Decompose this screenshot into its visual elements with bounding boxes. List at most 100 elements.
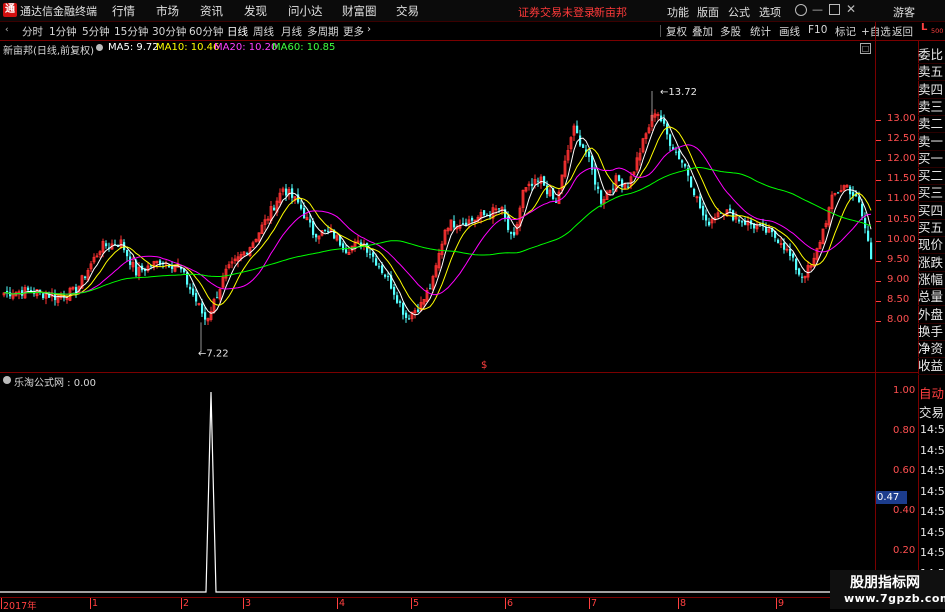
menu-item-trade[interactable]: 交易: [396, 3, 419, 19]
candle-body-down: [582, 144, 585, 148]
dividend-marker: $: [481, 360, 487, 370]
indicator-tick-label: 0.20: [893, 545, 916, 556]
draw-line-button[interactable]: 画线: [779, 24, 800, 39]
indicator-chart[interactable]: [0, 385, 875, 597]
candlestick-chart[interactable]: ←13.72 ←7.22 $: [0, 40, 875, 370]
candle-body-down: [693, 188, 696, 196]
indicator-tick-label: 0.60: [893, 465, 916, 476]
candle-body-down: [861, 204, 864, 217]
multi-stock-button[interactable]: 多股: [720, 24, 741, 39]
candle-body-down: [627, 186, 630, 188]
user-icon[interactable]: [795, 4, 807, 16]
indicator-settings-icon[interactable]: [3, 376, 11, 384]
menu-item-market[interactable]: 市场: [156, 3, 179, 19]
candle-body-down: [702, 205, 705, 216]
maximize-icon[interactable]: [829, 4, 840, 15]
restore-rights-button[interactable]: 复权: [666, 24, 687, 39]
candle-body-down: [429, 288, 432, 290]
candle-body-down: [192, 288, 195, 295]
quote-field-label[interactable]: 买五: [918, 219, 945, 237]
current-value-badge: 0.47: [876, 491, 907, 504]
candle-body-down: [537, 180, 540, 182]
quote-field-label[interactable]: 买二: [918, 167, 945, 186]
overlay-button[interactable]: 叠加: [692, 24, 713, 39]
ma60-line: [3, 167, 872, 295]
collapse-icon[interactable]: ‹: [5, 25, 14, 35]
quote-field-label[interactable]: 总量: [918, 288, 945, 307]
candle-body-down: [699, 196, 702, 209]
candle-body-down: [27, 287, 30, 291]
candle-body-down: [402, 302, 405, 315]
period-tab-30min[interactable]: 30分钟: [152, 24, 186, 39]
menu-function[interactable]: 功能: [667, 4, 689, 20]
menu-options[interactable]: 选项: [759, 4, 781, 20]
candle-body-down: [312, 221, 315, 235]
period-tab-1min[interactable]: 1分钟: [49, 24, 77, 39]
quote-field-label[interactable]: 净资: [918, 340, 945, 359]
quote-field-label[interactable]: 现价: [918, 236, 945, 255]
more-chevron-icon[interactable]: ›: [367, 24, 371, 35]
quote-field-label[interactable]: 卖五: [918, 63, 945, 82]
mark-button[interactable]: 标记: [835, 24, 856, 39]
quote-field-label[interactable]: 收益: [918, 357, 945, 376]
menu-item-wealth[interactable]: 财富圈: [342, 3, 377, 19]
login-notice[interactable]: 证券交易未登录: [518, 4, 595, 20]
period-tab-weekly[interactable]: 周线: [253, 24, 274, 39]
indicator-line: [0, 391, 875, 593]
candle-body-down: [126, 249, 129, 257]
menu-item-ask[interactable]: 问小达: [288, 3, 323, 19]
quote-field-label[interactable]: 委比: [918, 46, 945, 64]
quote-panel: 委比 卖五 卖四 卖三 卖二 卖一 买一 买二 买三 买四 买五 现价 涨跌 涨幅 总量 外盘 换手 净资 收益: [918, 40, 945, 400]
price-tick-label: 9.50: [887, 253, 910, 265]
menu-item-discover[interactable]: 发现: [244, 3, 267, 19]
period-tab-monthly[interactable]: 月线: [281, 24, 302, 39]
tab-trade[interactable]: 交易: [919, 402, 944, 421]
low-price-label: ←7.22: [198, 348, 229, 359]
back-button[interactable]: 返回: [892, 24, 913, 39]
period-tab-multi[interactable]: 多周期: [307, 24, 339, 39]
quote-field-label[interactable]: 涨幅: [918, 271, 945, 289]
guest-label[interactable]: 游客: [893, 4, 915, 20]
candle-body-down: [195, 293, 198, 302]
period-tab-5min[interactable]: 5分钟: [82, 24, 110, 39]
candle-body-down: [303, 207, 306, 219]
candle-body-down: [42, 293, 45, 298]
date-tick: [776, 598, 777, 609]
price-tick: [876, 200, 881, 202]
period-tab-intraday[interactable]: 分时: [22, 24, 43, 39]
candle-body-down: [189, 286, 192, 290]
menu-item-quotes[interactable]: 行情: [112, 3, 135, 19]
quote-field-label[interactable]: 买三: [918, 184, 945, 203]
quote-field-label[interactable]: 卖一: [918, 133, 945, 151]
axis-divider: [875, 22, 876, 609]
quote-field-label[interactable]: 涨跌: [918, 254, 945, 272]
minimize-icon[interactable]: —: [812, 3, 823, 16]
statistics-button[interactable]: 统计: [750, 24, 771, 39]
quote-field-label[interactable]: 外盘: [918, 306, 945, 324]
candle-body-down: [345, 249, 348, 253]
tab-auto[interactable]: 自动: [919, 383, 944, 402]
period-tab-15min[interactable]: 15分钟: [114, 24, 148, 39]
close-icon[interactable]: ✕: [846, 2, 856, 16]
candle-body-down: [579, 135, 582, 146]
quote-field-label[interactable]: 卖三: [918, 98, 945, 116]
app-logo-icon: 通: [3, 3, 17, 17]
quote-field-label[interactable]: 卖四: [918, 81, 945, 99]
date-label: 5: [413, 598, 420, 609]
candle-body-down: [732, 210, 735, 221]
quote-field-label[interactable]: 买四: [918, 202, 945, 220]
candle-body-down: [399, 301, 402, 303]
quote-field-label[interactable]: 买一: [918, 150, 945, 168]
menu-layout[interactable]: 版面: [697, 4, 719, 20]
candle-body-down: [690, 176, 693, 188]
quote-field-label[interactable]: 换手: [918, 323, 945, 341]
quote-field-label[interactable]: 卖二: [918, 115, 945, 134]
candle-body-down: [324, 229, 327, 231]
f10-button[interactable]: F10: [808, 24, 827, 36]
period-tab-more[interactable]: 更多: [343, 24, 364, 39]
menu-formula[interactable]: 公式: [728, 4, 750, 20]
period-tab-60min[interactable]: 60分钟: [189, 24, 223, 39]
candle-body-down: [315, 234, 318, 238]
period-tab-daily[interactable]: 日线: [227, 24, 248, 39]
menu-item-news[interactable]: 资讯: [200, 3, 223, 19]
